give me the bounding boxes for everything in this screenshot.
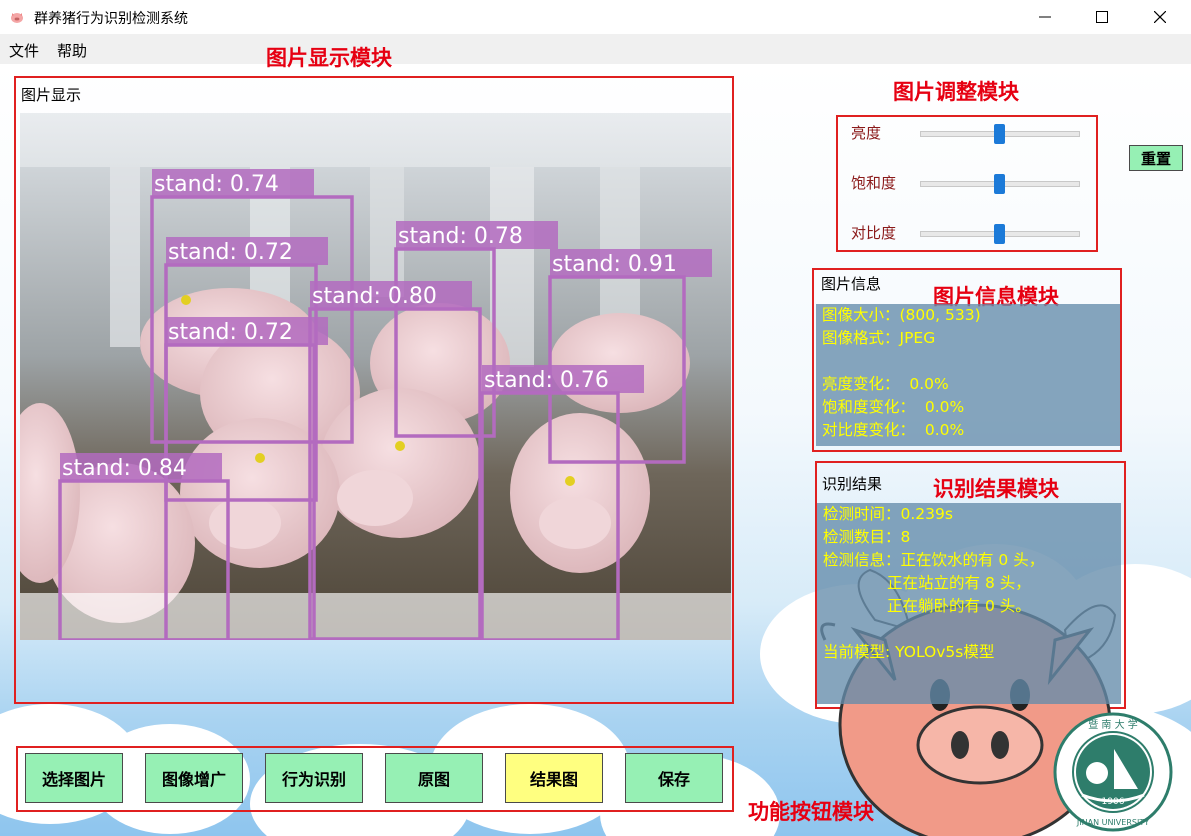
brightness-slider-handle[interactable] bbox=[993, 124, 1005, 144]
detect-count-text: 检测数目：8 bbox=[823, 528, 911, 546]
brightness-label: 亮度 bbox=[851, 124, 882, 142]
select-image-button[interactable]: 选择图片 bbox=[25, 753, 123, 803]
saturation-label: 饱和度 bbox=[851, 174, 897, 192]
detection-label: stand: 0.91 bbox=[552, 252, 677, 277]
image-size-text: 图像大小：(800, 533) bbox=[822, 306, 981, 324]
annotation-display-module: 图片显示模块 bbox=[266, 46, 392, 70]
detection-label: stand: 0.72 bbox=[168, 320, 293, 345]
pig-photo bbox=[20, 167, 731, 640]
minimize-button[interactable] bbox=[1017, 0, 1073, 34]
close-button[interactable] bbox=[1132, 0, 1188, 34]
image-display-canvas: stand: 0.74 stand: 0.72 stand: 0.78 stand: … bbox=[20, 113, 731, 640]
saturation-change-text: 饱和度变化： 0.0% bbox=[822, 398, 965, 416]
image-augment-button[interactable]: 图像增广 bbox=[145, 753, 243, 803]
original-image-button[interactable]: 原图 bbox=[385, 753, 483, 803]
menu-help[interactable]: 帮助 bbox=[57, 40, 87, 61]
detect-info-line1: 检测信息：正在饮水的有 0 头， bbox=[823, 551, 1045, 569]
save-button[interactable]: 保存 bbox=[625, 753, 723, 803]
image-info-content: 图像大小：(800, 533) 图像格式：JPEG 亮度变化： 0.0% 饱和度… bbox=[816, 304, 1120, 446]
result-image-button[interactable]: 结果图 bbox=[505, 753, 603, 803]
brightness-change-text: 亮度变化： 0.0% bbox=[822, 375, 949, 393]
jinan-university-logo: 1906 暨 南 大 学 JINAN UNIVERSITY bbox=[1053, 712, 1173, 832]
current-model-text: 当前模型: YOLOv5s模型 bbox=[823, 643, 995, 661]
logo-year: 1906 bbox=[1102, 797, 1125, 807]
detect-info-line2: 正在站立的有 8 头， bbox=[823, 574, 1031, 592]
result-title: 识别结果 bbox=[822, 475, 883, 493]
menu-bar bbox=[0, 34, 1191, 64]
close-icon bbox=[1154, 11, 1166, 23]
detection-label: stand: 0.76 bbox=[484, 368, 609, 393]
behavior-recognition-button[interactable]: 行为识别 bbox=[265, 753, 363, 803]
detect-info-line3: 正在躺卧的有 0 头。 bbox=[823, 597, 1031, 615]
detect-time-text: 检测时间：0.239s bbox=[823, 505, 953, 523]
detection-label: stand: 0.80 bbox=[312, 284, 437, 309]
menu-file[interactable]: 文件 bbox=[9, 40, 39, 61]
saturation-slider-handle[interactable] bbox=[993, 174, 1005, 194]
image-padding-top bbox=[20, 113, 731, 167]
contrast-change-text: 对比度变化： 0.0% bbox=[822, 421, 965, 439]
minimize-icon bbox=[1039, 16, 1051, 18]
contrast-slider-handle[interactable] bbox=[993, 224, 1005, 244]
image-info-title: 图片信息 bbox=[821, 275, 882, 293]
result-content: 检测时间：0.239s 检测数目：8 检测信息：正在饮水的有 0 头， 正在站立… bbox=[817, 503, 1121, 704]
maximize-icon bbox=[1096, 11, 1108, 23]
logo-bottom-text: JINAN UNIVERSITY bbox=[1076, 818, 1149, 827]
result-spacer bbox=[823, 618, 1121, 641]
detection-label: stand: 0.74 bbox=[154, 172, 279, 197]
detection-label: stand: 0.84 bbox=[62, 456, 187, 481]
title-bar: 群养猪行为识别检测系统 bbox=[0, 0, 1191, 34]
logo-top-text: 暨 南 大 学 bbox=[1088, 718, 1138, 731]
image-display-title: 图片显示 bbox=[21, 86, 82, 104]
image-format-text: 图像格式：JPEG bbox=[822, 329, 936, 347]
detection-label: stand: 0.78 bbox=[398, 224, 523, 249]
maximize-button[interactable] bbox=[1074, 0, 1130, 34]
annotation-adjust-module: 图片调整模块 bbox=[893, 80, 1019, 104]
contrast-label: 对比度 bbox=[851, 224, 897, 242]
reset-button[interactable]: 重置 bbox=[1129, 145, 1183, 171]
window-title: 群养猪行为识别检测系统 bbox=[34, 11, 188, 27]
detection-label: stand: 0.72 bbox=[168, 240, 293, 265]
pig-app-icon bbox=[11, 13, 23, 23]
